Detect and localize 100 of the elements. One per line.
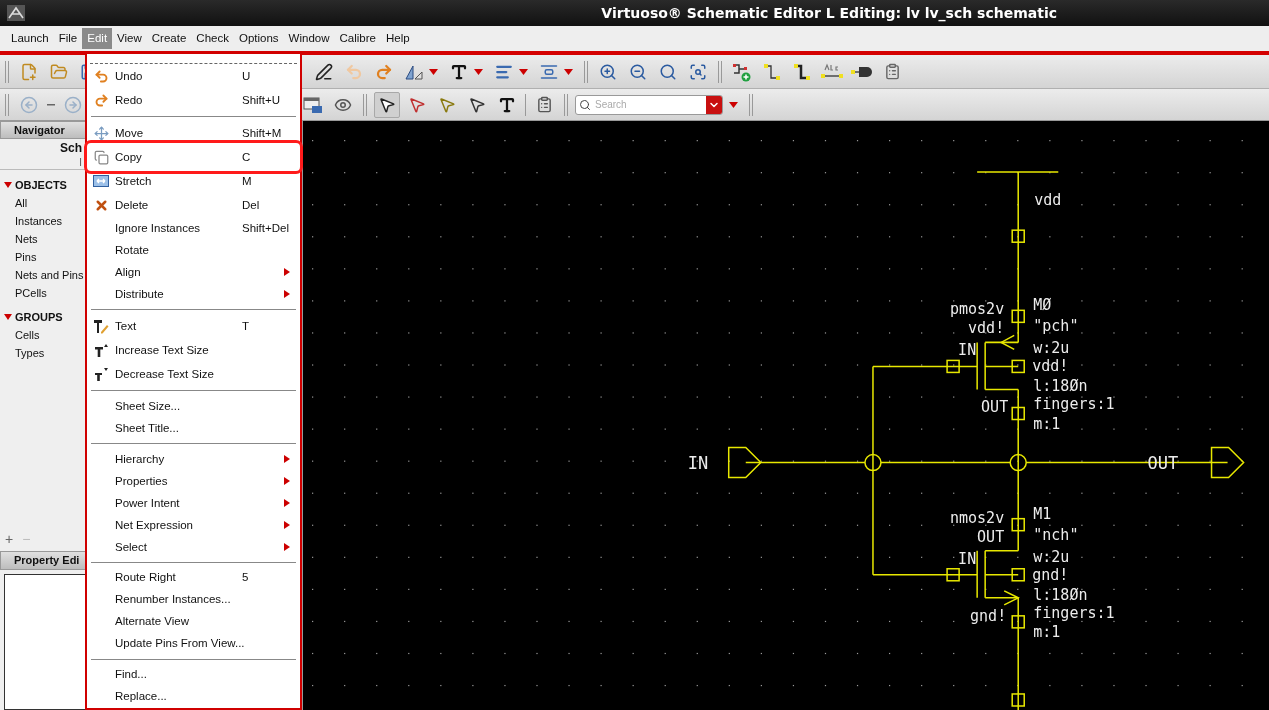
property-label: m:1	[1033, 414, 1061, 433]
pin-square	[1011, 229, 1025, 243]
dropdown-caret-icon[interactable]	[564, 68, 573, 75]
menu-item[interactable]: Decrease Text Size	[89, 362, 298, 387]
menu-item[interactable]: Sheet Size...	[89, 395, 298, 418]
submenu-arrow-icon	[284, 543, 290, 552]
cell-name-label: pmos2v	[949, 300, 1005, 319]
navigator-subheading: I	[79, 156, 83, 168]
property-label: l:18Øn	[1033, 377, 1088, 396]
panel-title: Property Edi	[14, 553, 80, 569]
property-label: l:18Øn	[1033, 585, 1088, 604]
menu-item[interactable]: Stretch M	[89, 169, 298, 194]
property-label: fingers:1	[1033, 603, 1115, 622]
menu-item[interactable]: Delete Del	[89, 193, 298, 218]
submenu-arrow-icon	[284, 499, 290, 508]
property-label: vdd!	[1032, 357, 1069, 376]
stretch-icon	[93, 175, 109, 188]
net-label: OUT	[977, 527, 1005, 546]
menu-item[interactable]: Hierarchy	[89, 448, 298, 471]
submenu-arrow-icon	[284, 268, 290, 277]
navigator-heading: Sch	[60, 141, 83, 156]
property-label: MØ	[1033, 296, 1052, 315]
menu-item[interactable]: Copy C	[89, 145, 298, 170]
submenu-arrow-icon	[284, 477, 290, 486]
menu-item[interactable]: Properties	[89, 470, 298, 493]
property-label: "pch"	[1033, 317, 1079, 336]
property-label: fingers:1	[1033, 395, 1115, 414]
menu-item[interactable]: Alternate View	[89, 611, 298, 634]
menu-item[interactable]: Sheet Title...	[89, 417, 298, 440]
net-label: OUT	[981, 398, 1009, 417]
expand-arrow-icon[interactable]	[4, 313, 12, 321]
property-label: m:1	[1033, 622, 1061, 641]
tree-group-label[interactable]: OBJECTS	[15, 176, 67, 194]
dash-icon	[47, 103, 55, 106]
dropdown-caret-icon[interactable]	[729, 101, 738, 108]
cell-name-label: nmos2v	[949, 508, 1005, 527]
text-pencil-icon	[93, 318, 109, 334]
menu-item[interactable]: Increase Text Size	[89, 338, 298, 363]
pin-label: IN	[687, 452, 709, 473]
dropdown-caret-icon[interactable]	[474, 68, 483, 75]
menu-bar-item[interactable]: Check	[191, 28, 234, 49]
window-title: Virtuoso® Schematic Editor L Editing: lv lv_sch schematic	[601, 3, 1057, 24]
menu-item[interactable]: Find...	[89, 664, 298, 687]
move-icon	[93, 125, 109, 141]
menu-item[interactable]: Replace...	[89, 686, 298, 709]
tree-group-label[interactable]: GROUPS	[15, 308, 63, 326]
dropdown-button[interactable]	[706, 95, 722, 114]
increase-text-icon	[93, 342, 109, 358]
output-pin-symbol	[1210, 446, 1245, 479]
gate-label: IN	[958, 341, 977, 360]
menu-item[interactable]: Ignore Instances Shift+Del	[89, 217, 298, 240]
menu-item[interactable]: Update Pins From View...	[89, 633, 298, 656]
property-label: M1	[1033, 504, 1052, 523]
menu-bar-item[interactable]: Window	[283, 28, 335, 49]
expand-arrow-icon[interactable]	[4, 181, 12, 189]
menu-bar-item[interactable]: Options	[233, 28, 284, 49]
junction-dot	[864, 453, 882, 472]
property-label: w:2u	[1033, 547, 1070, 566]
gate-label: IN	[958, 549, 977, 568]
undo-icon	[93, 68, 109, 84]
menu-bar-item[interactable]: Help	[380, 28, 415, 49]
search-icon	[579, 98, 591, 111]
menu-item[interactable]: Rotate	[89, 239, 298, 262]
menu-item[interactable]: Select	[89, 536, 298, 559]
net-label: gnd!	[970, 606, 1007, 625]
menu-bar-item[interactable]: Launch	[6, 28, 54, 49]
supply-label: vdd	[1034, 191, 1062, 210]
submenu-arrow-icon	[284, 521, 290, 530]
select-icon[interactable]	[374, 91, 400, 118]
menu-item[interactable]: Power Intent	[89, 492, 298, 515]
submenu-arrow-icon	[284, 290, 290, 299]
menu-item[interactable]: Redo Shift+U	[89, 88, 298, 113]
add-button[interactable]: +	[5, 528, 14, 550]
property-label: w:2u	[1033, 339, 1070, 358]
property-label: gnd!	[1032, 565, 1069, 584]
input-pin-symbol	[727, 446, 762, 479]
net-label: vdd!	[968, 319, 1005, 338]
menu-item[interactable]: Net Expression	[89, 514, 298, 537]
property-label: "nch"	[1033, 525, 1079, 544]
menu-bar-item[interactable]: Create	[146, 28, 192, 49]
menu-item[interactable]: Distribute	[89, 283, 298, 306]
menu-bar-item[interactable]: Calibre	[334, 28, 381, 49]
dropdown-caret-icon[interactable]	[429, 68, 438, 75]
menu-item[interactable]: Undo U	[89, 64, 298, 89]
junction-dot	[1009, 453, 1027, 472]
menu-item[interactable]: Align	[89, 261, 298, 284]
copy-icon	[93, 149, 109, 165]
menu-bar-item[interactable]: File	[53, 28, 83, 49]
menu-bar-item[interactable]: View	[112, 28, 147, 49]
menu-item[interactable]: Renumber Instances...	[89, 589, 298, 612]
menu-item[interactable]: Text T	[89, 314, 298, 339]
decrease-text-icon	[93, 366, 109, 382]
redo-icon	[93, 92, 109, 108]
menu-item[interactable]: Move Shift+M	[89, 121, 298, 146]
app-logo-icon	[7, 5, 25, 21]
menu-item[interactable]: Route Right 5	[89, 567, 298, 590]
panel-title: Navigator	[14, 122, 65, 138]
submenu-arrow-icon	[284, 455, 290, 464]
dropdown-caret-icon[interactable]	[519, 68, 528, 75]
pin-square	[1011, 693, 1025, 707]
